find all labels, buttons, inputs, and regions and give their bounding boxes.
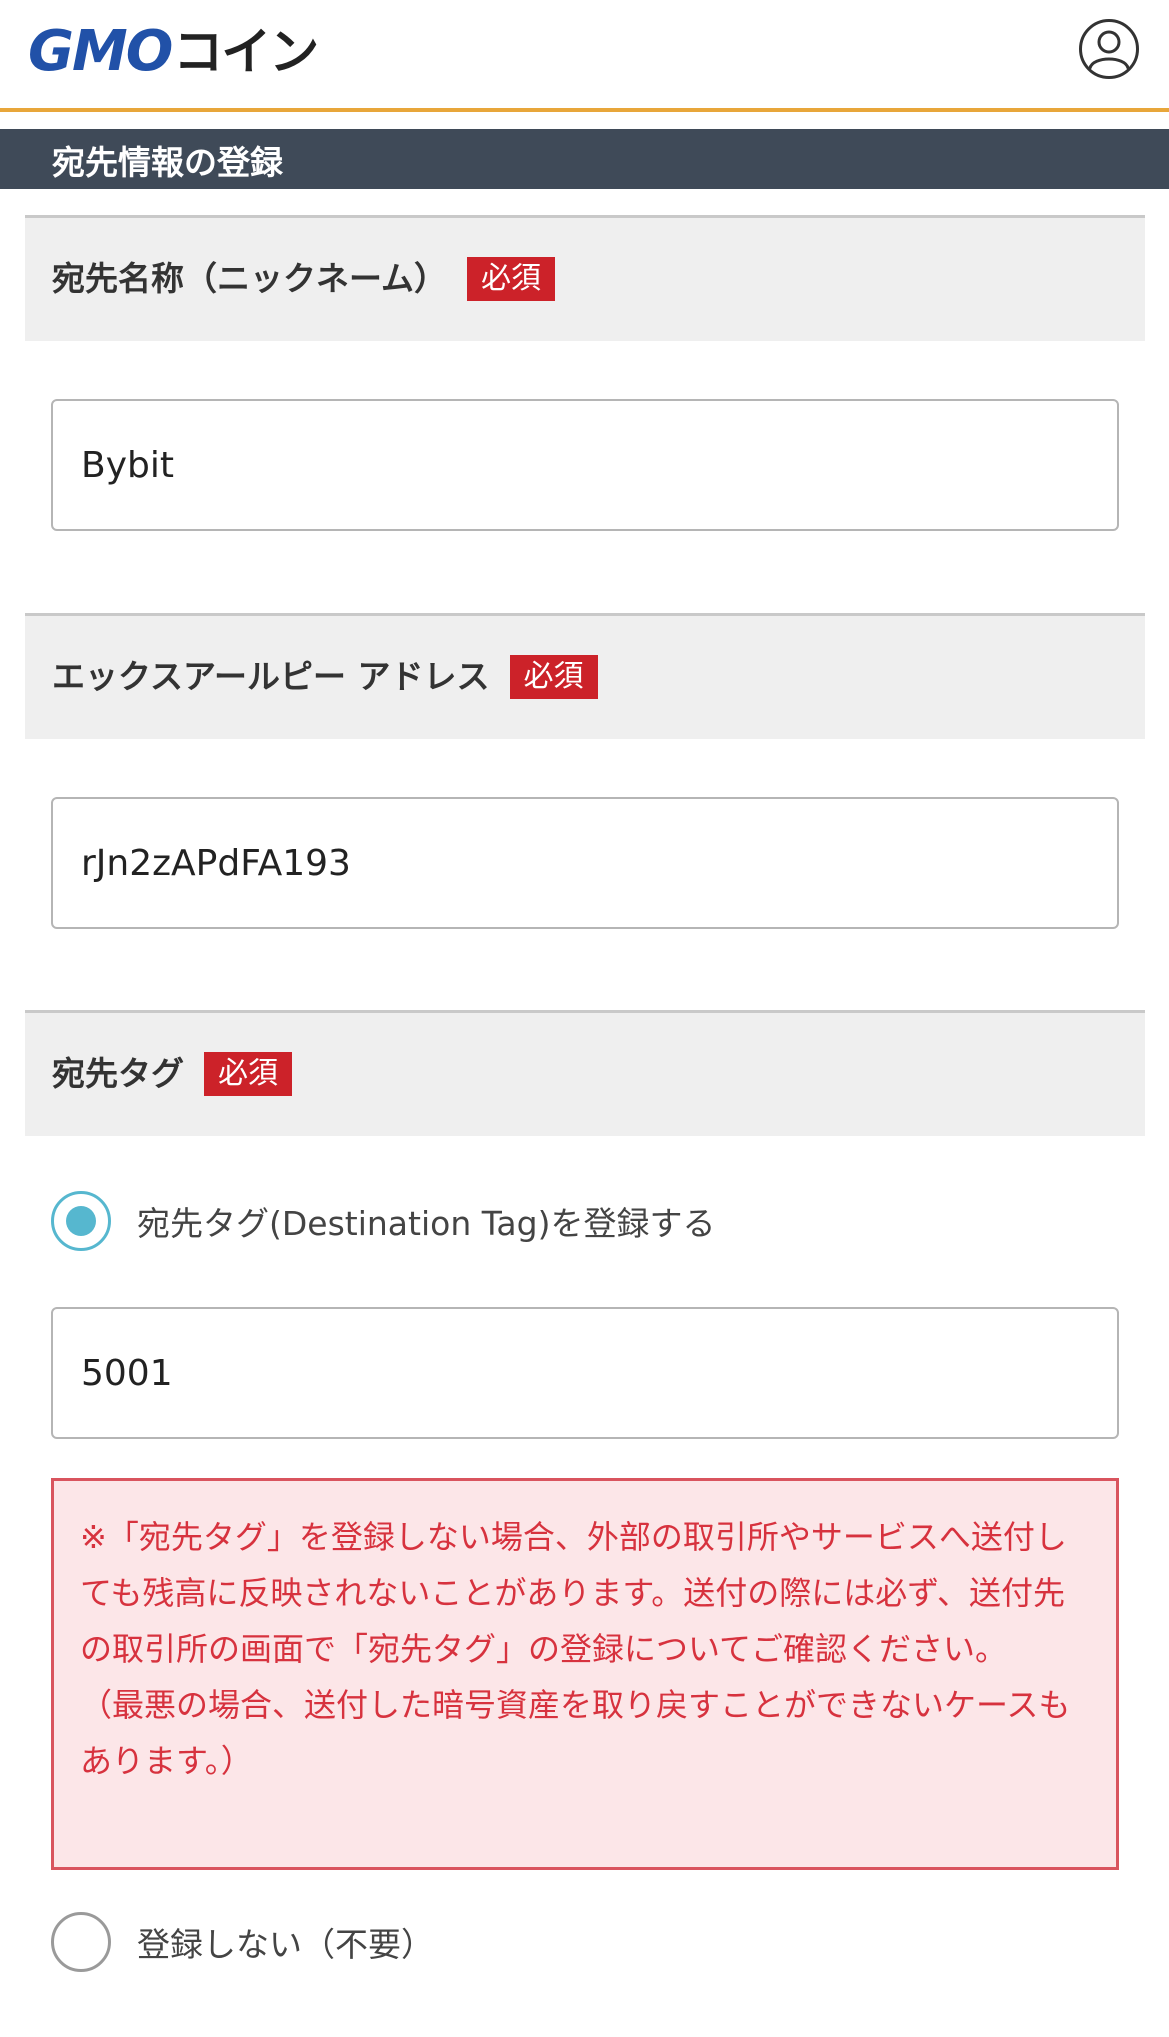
tag-label-text: 宛先タグ [52,1054,184,1093]
address-label-text: エックスアールピー アドレス [52,657,490,696]
address-section-header: エックスアールピー アドレス 必須 [25,613,1145,739]
destination-tag-input[interactable] [51,1307,1119,1439]
logo-gmo-text: GMO [28,19,173,84]
nickname-input[interactable] [51,399,1119,531]
nickname-label-text: 宛先名称（ニックネーム） [52,259,448,298]
register-tag-label: 宛先タグ(Destination Tag)を登録する [137,1204,716,1243]
nickname-section-header: 宛先名称（ニックネーム） 必須 [25,215,1145,341]
register-tag-option[interactable]: 宛先タグ(Destination Tag)を登録する [51,1190,715,1252]
tag-section-header: 宛先タグ 必須 [25,1010,1145,1136]
app-header: GMO コイン [0,0,1169,112]
tag-warning-note: （最悪の場合、送付した暗号資産を取り戻すことができないケースもあります。） [80,1686,1071,1780]
nickname-label: 宛先名称（ニックネーム） 必須 [52,218,556,340]
required-badge: 必須 [204,1051,292,1096]
page-title-bar: 宛先情報の登録 [0,129,1169,189]
required-badge: 必須 [509,654,598,699]
tag-warning-text: ※「宛先タグ」を登録しない場合、外部の取引所やサービスへ送付しても残高に反映され… [80,1518,1067,1668]
tag-label: 宛先タグ 必須 [52,1013,292,1135]
page-title: 宛先情報の登録 [52,143,283,182]
no-tag-radio[interactable] [51,1912,111,1972]
logo-coin-text: コイン [173,23,319,81]
address-label: エックスアールピー アドレス 必須 [52,616,598,738]
user-circle-icon[interactable] [1078,18,1140,80]
required-badge: 必須 [467,256,556,301]
tag-warning-box: ※「宛先タグ」を登録しない場合、外部の取引所やサービスへ送付しても残高に反映され… [51,1478,1119,1870]
no-tag-option[interactable]: 登録しない（不要） [51,1911,434,1973]
address-input[interactable] [51,797,1119,929]
gmo-coin-logo[interactable]: GMO コイン [28,19,319,84]
no-tag-label: 登録しない（不要） [137,1925,434,1964]
register-tag-radio[interactable] [51,1191,111,1251]
